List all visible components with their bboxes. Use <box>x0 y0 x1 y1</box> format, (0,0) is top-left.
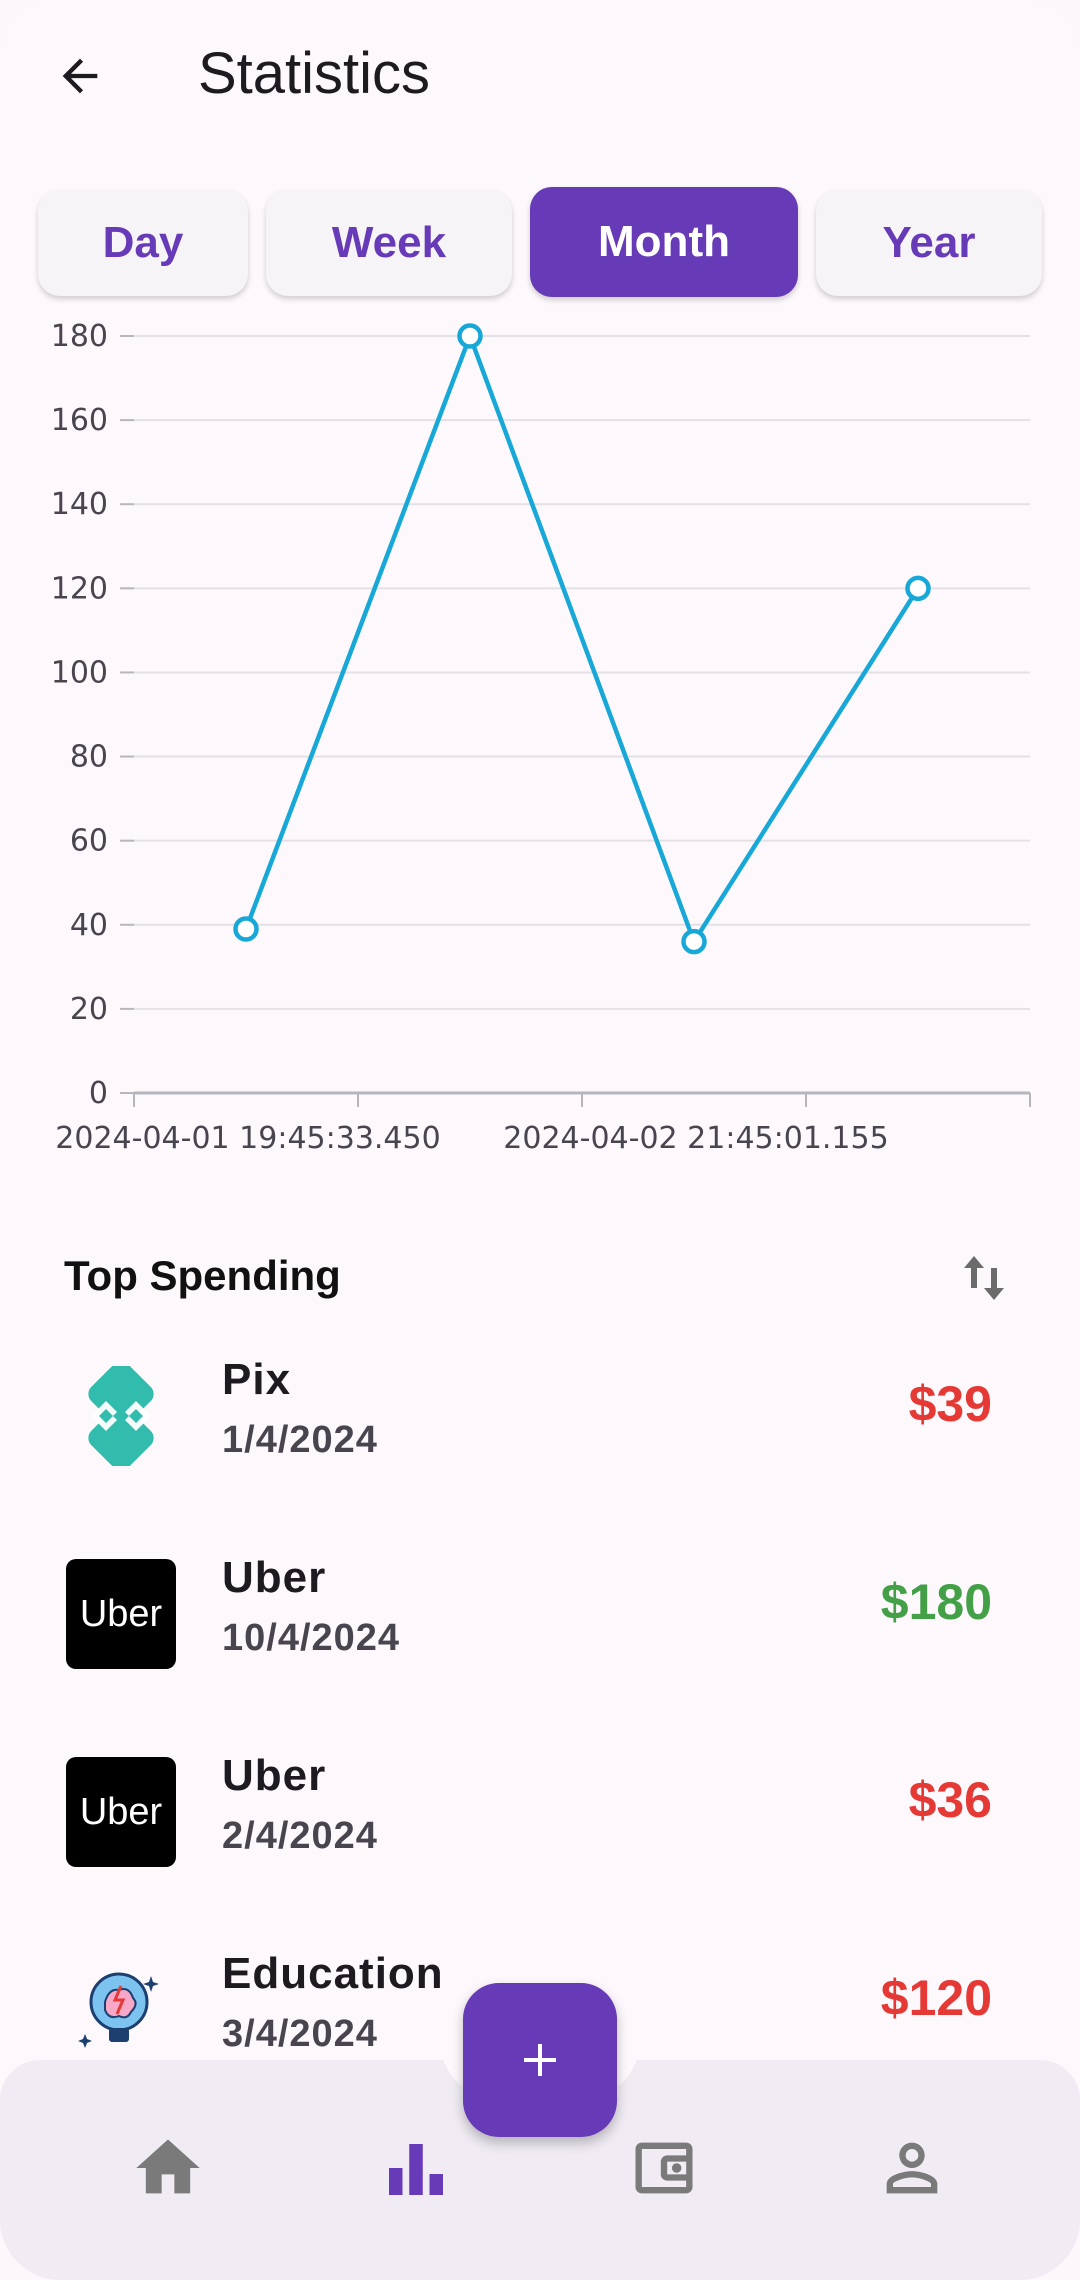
data-point <box>905 575 931 602</box>
y-tick-label: 160 <box>51 403 108 438</box>
item-date: 1/4/2024 <box>222 1419 378 1461</box>
item-date: 10/4/2024 <box>222 1617 401 1659</box>
list-item[interactable]: Uber Uber 2/4/2024 $36 <box>0 1751 1080 1949</box>
uber-logo: Uber <box>66 1757 176 1867</box>
pix-icon <box>66 1361 176 1471</box>
item-name: Pix <box>222 1355 292 1404</box>
swap-vertical-icon[interactable] <box>952 1246 1016 1310</box>
uber-logo: Uber <box>66 1559 176 1669</box>
spending-line-chart: 0 20 40 60 80 100 120 140 160 180 2024-04-01 19:45… <box>51 319 1031 1156</box>
add-transaction-button[interactable] <box>463 1983 617 2137</box>
y-tick-label: 20 <box>70 992 108 1027</box>
home-icon[interactable] <box>128 2128 208 2208</box>
y-tick-label: 100 <box>51 655 108 690</box>
y-tick-label: 120 <box>51 571 108 606</box>
top-spending-title: Top Spending <box>64 1252 341 1299</box>
series-line <box>243 329 920 947</box>
brain-bulb-icon <box>66 1955 176 2065</box>
item-date: 3/4/2024 <box>222 2013 378 2053</box>
y-tick-label: 0 <box>89 1076 108 1111</box>
arrow-left-icon[interactable] <box>48 44 112 108</box>
data-point <box>233 916 259 942</box>
item-name: Uber <box>222 1751 327 1800</box>
item-date: 2/4/2024 <box>222 1815 378 1857</box>
person-icon[interactable] <box>872 2128 952 2208</box>
data-point <box>457 323 483 349</box>
item-amount: $39 <box>908 1376 992 1432</box>
page-title: Statistics <box>198 41 431 106</box>
list-item[interactable]: Pix 1/4/2024 $39 <box>0 1355 1080 1553</box>
x-tick-label: 2024-04-01 19:45:33.450 <box>55 1121 440 1156</box>
item-amount: $120 <box>880 1970 992 2026</box>
plus-icon <box>516 2036 564 2084</box>
statistics-screen: Statistics Day Week Month Year 0 20 40 60 80… <box>0 0 1080 2280</box>
item-amount: $36 <box>908 1772 992 1828</box>
list-item[interactable]: Uber Uber 10/4/2024 $180 <box>0 1553 1080 1751</box>
item-name: Education <box>222 1949 444 1998</box>
tab-month[interactable]: Month <box>530 187 798 297</box>
bar-chart-icon[interactable] <box>376 2128 456 2208</box>
y-tick-label: 180 <box>51 319 108 354</box>
wallet-icon[interactable] <box>624 2128 704 2208</box>
y-tick-label: 40 <box>70 908 108 943</box>
data-point <box>681 928 707 955</box>
item-amount: $180 <box>880 1574 992 1630</box>
tab-year[interactable]: Year <box>816 190 1042 296</box>
tab-day[interactable]: Day <box>38 190 248 296</box>
y-tick-label: 140 <box>51 487 108 522</box>
item-name: Uber <box>222 1553 327 1602</box>
app-bar: Statistics <box>0 0 1080 150</box>
y-tick-label: 60 <box>70 824 108 859</box>
x-tick-label: 2024-04-02 21:45:01.155 <box>503 1121 888 1156</box>
tab-week[interactable]: Week <box>266 190 512 296</box>
y-tick-label: 80 <box>70 740 108 775</box>
